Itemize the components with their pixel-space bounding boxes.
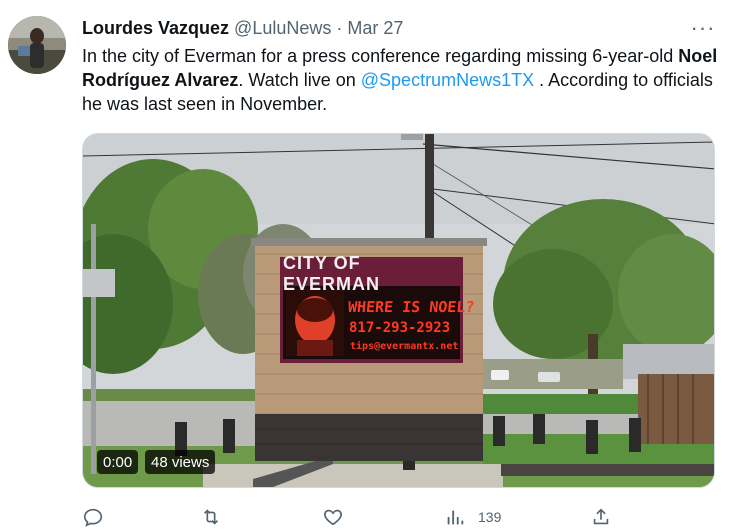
share-button[interactable] [590, 505, 612, 529]
tweet-header: Lourdes Vazquez @LuluNews · Mar 27 [82, 16, 403, 40]
action-bar: 139 [82, 505, 722, 529]
video-timestamp: 0:00 [97, 450, 139, 474]
share-icon [593, 508, 609, 525]
tweet-date[interactable]: Mar 27 [347, 18, 403, 39]
author-handle[interactable]: @LuluNews [234, 18, 331, 39]
like-icon [324, 509, 342, 526]
reply-icon [83, 508, 103, 527]
led-line-1: WHERE IS NOEL? [347, 298, 476, 316]
video-player[interactable]: CITY OF EVERMAN WHERE IS NOEL? 817-293-2… [82, 133, 715, 488]
like-button[interactable] [322, 505, 344, 529]
tweet-text: In the city of Everman for a press confe… [82, 44, 722, 116]
views-button[interactable]: 139 [444, 505, 501, 529]
led-line-2: 817-293-2923 [349, 320, 451, 336]
avatar[interactable] [8, 16, 66, 74]
mention-link[interactable]: @SpectrumNews1TX [361, 70, 534, 90]
sign-title: CITY OF EVERMAN [283, 253, 381, 294]
views-icon [447, 510, 464, 525]
led-line-3: tips@evermantx.net [350, 341, 459, 352]
retweet-button[interactable] [200, 505, 222, 529]
reply-button[interactable] [82, 505, 104, 529]
views-count: 139 [478, 509, 502, 525]
tweet-text-part2: . Watch live on [238, 70, 361, 90]
author-name[interactable]: Lourdes Vazquez [82, 18, 229, 39]
more-options-icon[interactable]: ··· [690, 15, 716, 40]
video-view-count: 48 views [145, 450, 216, 474]
separator: · [336, 17, 343, 38]
retweet-icon [203, 509, 219, 525]
tweet-text-part1: In the city of Everman for a press confe… [82, 46, 679, 66]
